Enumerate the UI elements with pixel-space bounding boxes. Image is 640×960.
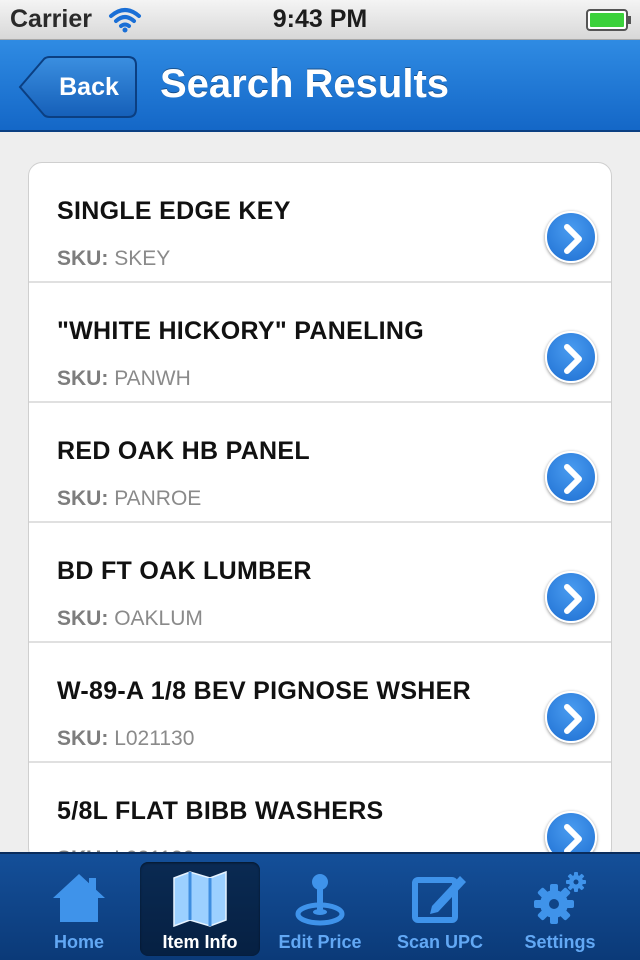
sku-label: SKU: [57,607,109,630]
detail-disclosure-button[interactable] [545,331,597,383]
item-name: "WHITE HICKORY" PANELING [57,317,425,345]
battery-icon [586,9,631,31]
chevron-right-icon [564,584,582,614]
tab-home-label: Home [53,932,104,952]
item-sku: SKU: OAKLUM [57,607,203,631]
sku-label: SKU: [57,367,109,390]
tab-scan-upc[interactable]: Scan UPC [380,862,500,956]
list-item[interactable]: "WHITE HICKORY" PANELING SKU: PANWH [29,283,611,403]
sku-value: OAKLUM [114,607,203,630]
list-item[interactable]: RED OAK HB PANEL SKU: PANROE [29,403,611,523]
tab-item-info-label: Item Info [162,932,238,952]
item-name: SINGLE EDGE KEY [57,197,291,225]
item-name: RED OAK HB PANEL [57,437,310,465]
sku-label: SKU: [57,487,109,510]
status-bar: Carrier 9:43 PM [0,0,640,40]
tab-settings-label: Settings [524,932,596,952]
tab-bar: Home Item Info Edit Price Scan UPC Setti… [0,852,640,960]
navigation-bar: Back Search Results [0,40,640,132]
page-title: Search Results [160,62,450,106]
joystick-icon [295,874,345,926]
detail-disclosure-button[interactable] [545,571,597,623]
detail-disclosure-button[interactable] [545,691,597,743]
list-item[interactable]: SINGLE EDGE KEY SKU: SKEY [29,163,611,283]
item-sku: SKU: PANWH [57,367,191,391]
item-sku: SKU: PANROE [57,487,201,511]
sku-label: SKU: [57,247,109,270]
tab-settings[interactable]: Settings [500,862,620,956]
item-name: BD FT OAK LUMBER [57,557,312,585]
list-item[interactable]: W-89-A 1/8 BEV PIGNOSE WSHER SKU: L021130 [29,643,611,763]
map-icon [173,870,227,928]
item-sku: SKU: L021130 [57,727,194,751]
list-item[interactable]: BD FT OAK LUMBER SKU: OAKLUM [29,523,611,643]
chevron-right-icon [564,464,582,494]
home-icon [53,874,105,922]
back-button-label: Back [59,73,119,101]
list-item[interactable]: 5/8L FLAT BIBB WASHERSSKU: L021120 [29,763,611,861]
tab-item-info[interactable]: Item Info [140,862,260,956]
sku-value: PANWH [114,367,191,390]
tab-home[interactable]: Home [19,862,139,956]
chevron-right-icon [564,224,582,254]
chevron-right-icon [564,344,582,374]
sku-value: L021130 [114,727,195,750]
sku-value: SKEY [114,247,171,270]
tab-edit-price[interactable]: Edit Price [260,862,380,956]
item-name: W-89-A 1/8 BEV PIGNOSE WSHER [57,677,471,705]
item-name: 5/8L FLAT BIBB WASHERS [57,797,384,825]
clock: 9:43 PM [272,5,368,33]
chevron-right-icon [564,704,582,734]
edit-icon [412,876,466,923]
back-button[interactable]: Back [18,56,138,118]
detail-disclosure-button[interactable] [545,211,597,263]
gear-icon [534,872,586,924]
item-sku: SKU: SKEY [57,247,170,271]
search-results-list: SINGLE EDGE KEY SKU: SKEY "WHITE HICKORY" … [28,162,612,862]
sku-value: PANROE [114,487,202,510]
tab-edit-price-label: Edit Price [278,932,362,952]
detail-disclosure-button[interactable] [545,451,597,503]
tab-scan-upc-label: Scan UPC [396,932,484,952]
sku-label: SKU: [57,727,109,750]
